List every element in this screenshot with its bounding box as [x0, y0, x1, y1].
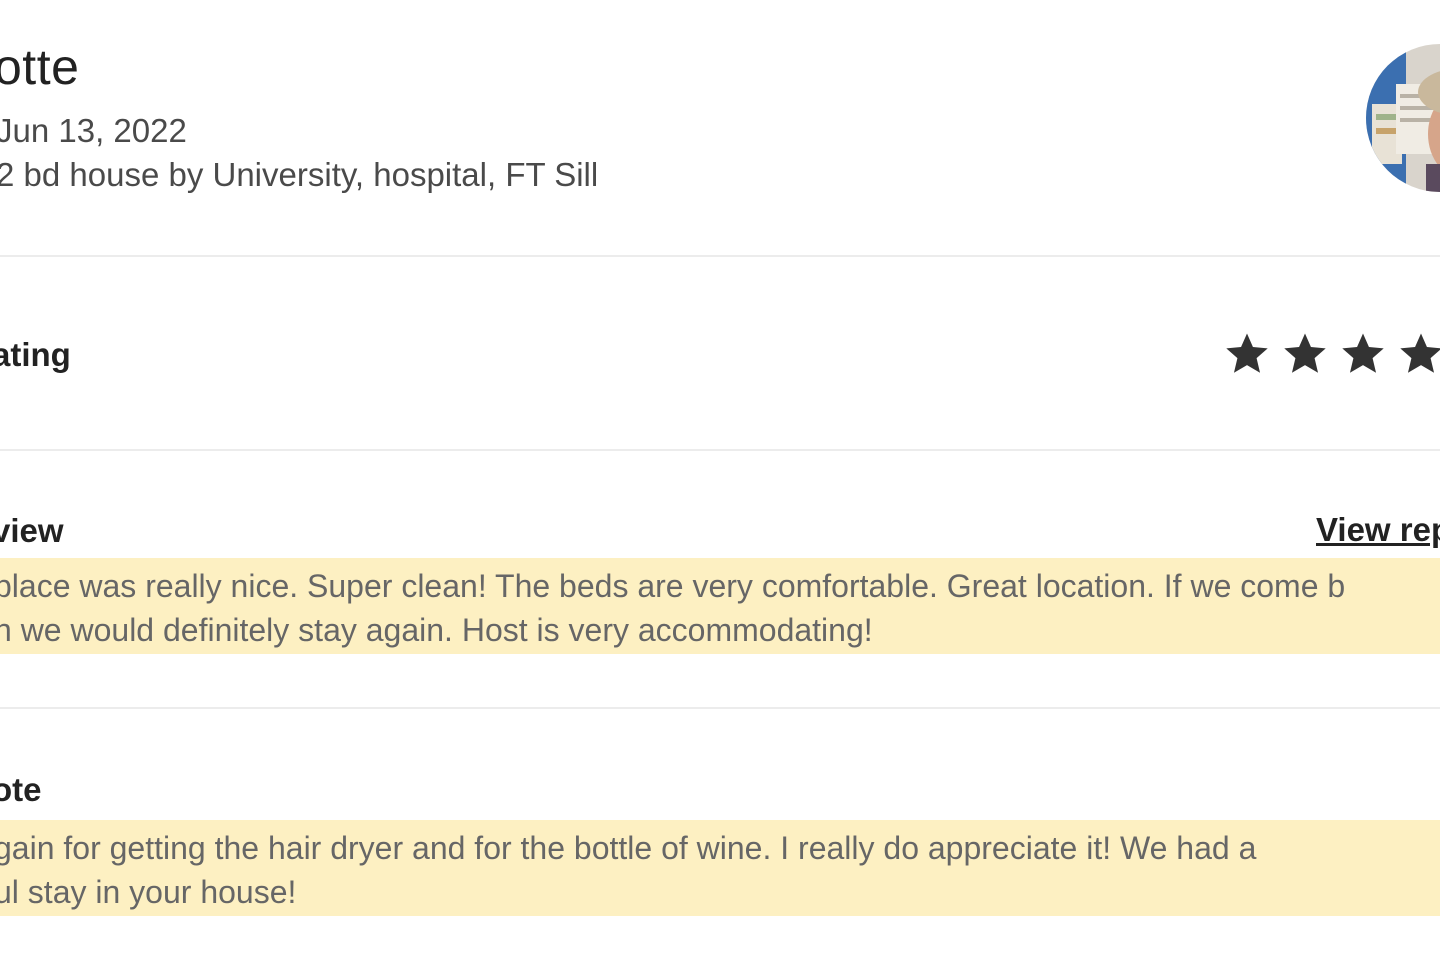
rating-label: ating	[0, 336, 71, 373]
review-label: view	[0, 512, 64, 549]
review-text-line: n we would definitely stay again. Host i…	[0, 612, 873, 648]
guest-avatar[interactable]	[1366, 44, 1440, 192]
star-icon	[1400, 333, 1440, 373]
note-text-line: ul stay in your house!	[0, 874, 297, 910]
avatar-photo-icon	[1366, 44, 1440, 192]
star-icon	[1226, 333, 1268, 373]
star-rating	[1224, 330, 1440, 376]
review-text-block: place was really nice. Super clean! The …	[0, 558, 1440, 654]
review-detail-page: otte Jun 13, 2022 2 bd house by Universi…	[0, 0, 1440, 960]
section-divider	[0, 707, 1440, 709]
section-divider	[0, 255, 1440, 257]
review-date: Jun 13, 2022	[0, 112, 187, 149]
star-icon	[1342, 333, 1384, 373]
private-note-label: ote	[0, 771, 42, 808]
review-text-line: place was really nice. Super clean! The …	[0, 568, 1346, 604]
private-note-block: gain for getting the hair dryer and for …	[0, 820, 1440, 916]
guest-name: otte	[0, 39, 80, 95]
section-divider	[0, 449, 1440, 451]
star-icon	[1284, 333, 1326, 373]
listing-title[interactable]: 2 bd house by University, hospital, FT S…	[0, 156, 598, 194]
view-reply-link[interactable]: View rep	[1316, 511, 1440, 549]
note-text-line: gain for getting the hair dryer and for …	[0, 830, 1257, 866]
